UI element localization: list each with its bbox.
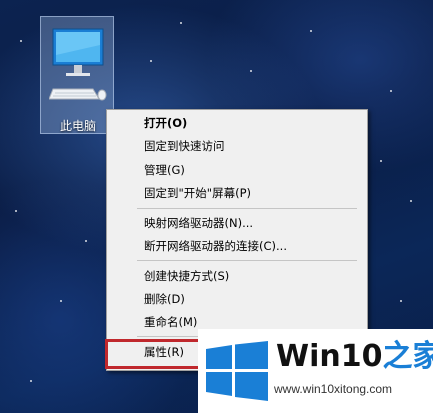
watermark-brand-prefix: Win10: [276, 339, 383, 374]
menu-item-delete[interactable]: 删除(D): [107, 288, 367, 310]
menu-item-open[interactable]: 打开(O): [107, 112, 367, 134]
watermark-title: Win10之家: [276, 339, 433, 375]
watermark-banner: Win10之家 www.win10xitong.com: [198, 329, 433, 413]
menu-item-pin-start[interactable]: 固定到"开始"屏幕(P): [107, 182, 367, 204]
watermark-brand-suffix: 之家: [382, 339, 433, 374]
watermark-url: www.win10xitong.com: [274, 382, 393, 396]
desktop-icon-label: 此电脑: [59, 119, 96, 133]
menu-item-manage[interactable]: 管理(G): [107, 159, 367, 181]
menu-item-create-shortcut[interactable]: 创建快捷方式(S): [107, 265, 367, 287]
this-pc-icon: [49, 28, 107, 101]
windows-logo-icon: [206, 341, 268, 401]
menu-item-map-network-drive[interactable]: 映射网络驱动器(N)...: [107, 212, 367, 234]
menu-item-disconnect-network-drive[interactable]: 断开网络驱动器的连接(C)...: [107, 235, 367, 257]
properties-highlight-box: [105, 339, 205, 369]
menu-separator: [137, 260, 357, 261]
menu-item-pin-quick-access[interactable]: 固定到快速访问: [107, 135, 367, 157]
desktop-icon-this-pc[interactable]: 此电脑: [40, 16, 114, 134]
menu-separator: [137, 208, 357, 209]
